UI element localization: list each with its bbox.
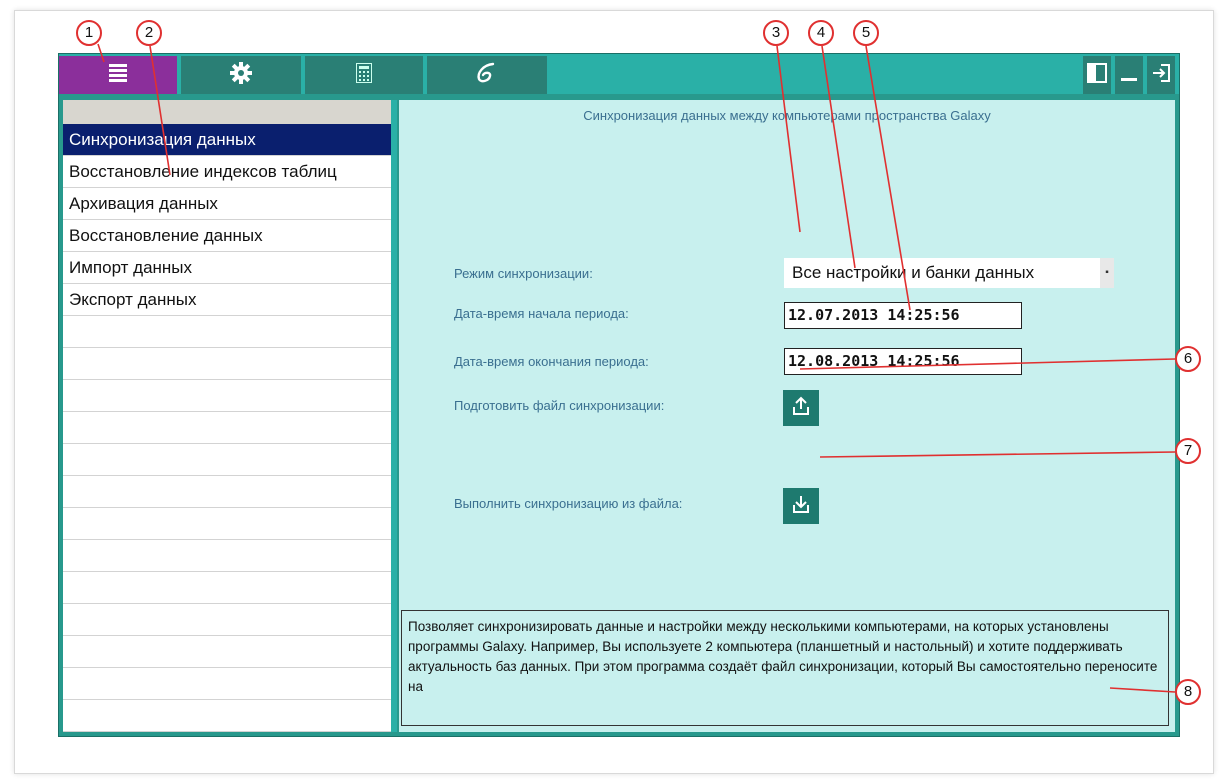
callout-6: 6 bbox=[1175, 346, 1201, 372]
callout-2: 2 bbox=[136, 20, 162, 46]
callout-1: 1 bbox=[76, 20, 102, 46]
callout-3: 3 bbox=[763, 20, 789, 46]
callout-5: 5 bbox=[853, 20, 879, 46]
callout-4: 4 bbox=[808, 20, 834, 46]
callout-7: 7 bbox=[1175, 438, 1201, 464]
callout-8: 8 bbox=[1175, 679, 1201, 705]
callout-leader-lines bbox=[97, 43, 1176, 693]
